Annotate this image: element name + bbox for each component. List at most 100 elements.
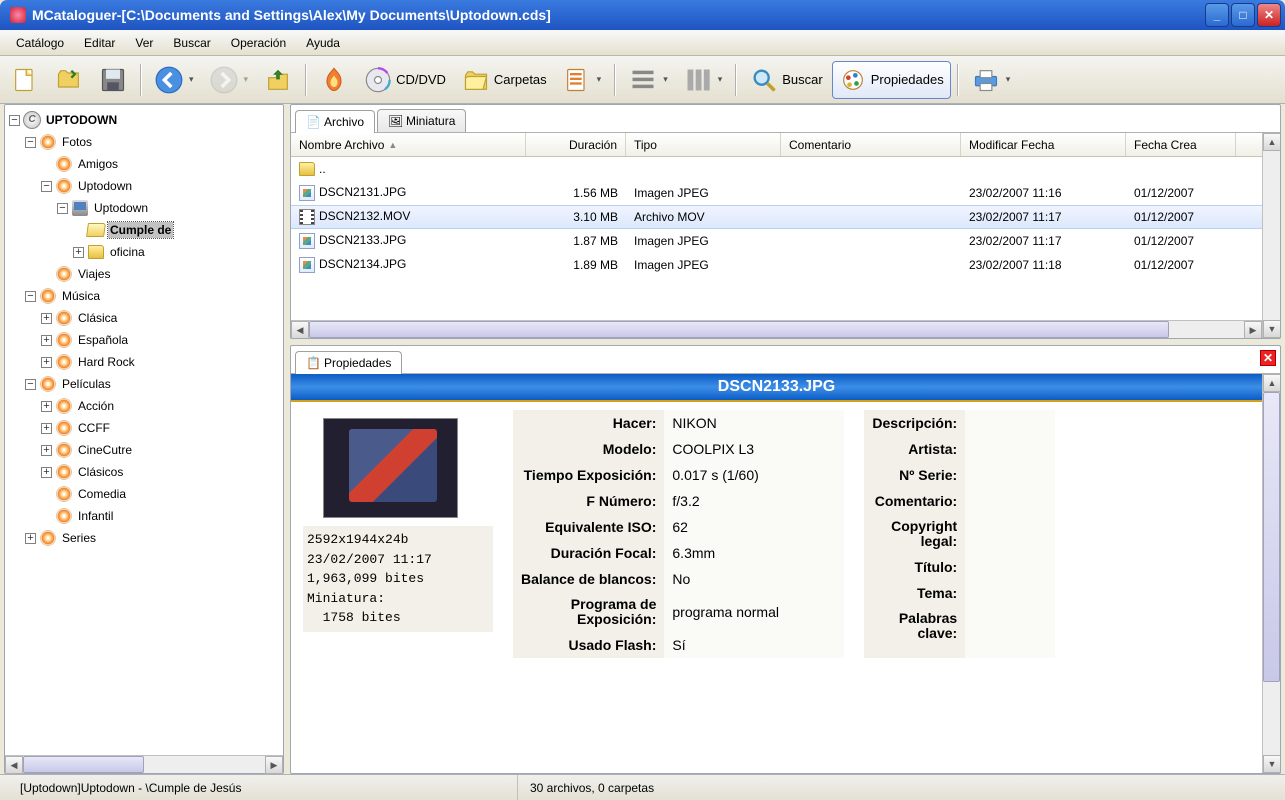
flame-icon	[56, 310, 72, 326]
file-row-selected[interactable]: DSCN2132.MOV 3.10 MB Archivo MOV 23/02/2…	[291, 205, 1262, 229]
tree-fotos[interactable]: −Fotos	[21, 131, 283, 153]
label-artista: Artista:	[864, 436, 965, 462]
up-button[interactable]	[257, 61, 299, 99]
scroll-up-button[interactable]: ▲	[1263, 374, 1280, 392]
col-nombre[interactable]: Nombre Archivo▲	[291, 133, 526, 156]
menu-editar[interactable]: Editar	[76, 34, 123, 52]
tree-musica[interactable]: −Música	[21, 285, 283, 307]
properties-panel: 📋Propiedades ✕ DSCN2133.JPG 2592x1944x24…	[290, 345, 1281, 774]
exif-column-2: Descripción: Artista: Nº Serie: Comentar…	[864, 410, 1055, 658]
open-button[interactable]	[48, 61, 90, 99]
flame-icon	[56, 266, 72, 282]
menu-operacion[interactable]: Operación	[223, 34, 294, 52]
menu-buscar[interactable]: Buscar	[165, 34, 218, 52]
col-comentario[interactable]: Comentario	[781, 133, 961, 156]
flame-button[interactable]	[313, 61, 355, 99]
tree-clasicos[interactable]: +Clásicos	[37, 461, 283, 483]
scroll-thumb[interactable]	[23, 756, 144, 773]
cd-dvd-button[interactable]: CD/DVD	[357, 61, 453, 99]
tree-hscroll[interactable]: ◀ ▶	[5, 755, 283, 773]
value-iso: 62	[664, 514, 844, 540]
thumbnail-image	[323, 418, 458, 518]
tab-archivo[interactable]: 📄Archivo	[295, 110, 375, 133]
scroll-down-button[interactable]: ▼	[1263, 320, 1280, 338]
file-tabs: 📄Archivo 🖼Miniatura	[291, 105, 1280, 133]
file-row[interactable]: DSCN2133.JPG 1.87 MB Imagen JPEG 23/02/2…	[291, 229, 1262, 253]
tree-oficina[interactable]: +oficina	[69, 241, 283, 263]
scroll-down-button[interactable]: ▼	[1263, 755, 1280, 773]
file-row[interactable]: DSCN2134.JPG 1.89 MB Imagen JPEG 23/02/2…	[291, 253, 1262, 277]
tree-panel: −CUPTODOWN −Fotos +Amigos −Uptodown −Upt…	[4, 104, 284, 774]
value-artista	[965, 436, 1055, 462]
menu-catalogo[interactable]: Catálogo	[8, 34, 72, 52]
tree-amigos[interactable]: +Amigos	[37, 153, 283, 175]
value-flash: Sí	[664, 632, 844, 658]
menu-ver[interactable]: Ver	[127, 34, 161, 52]
col-duracion[interactable]: Duración	[526, 133, 626, 156]
folder-tree[interactable]: −CUPTODOWN −Fotos +Amigos −Uptodown −Upt…	[5, 105, 283, 755]
scroll-thumb[interactable]	[1263, 392, 1280, 682]
col-tipo[interactable]: Tipo	[626, 133, 781, 156]
minimize-button[interactable]: _	[1205, 3, 1229, 27]
tree-accion[interactable]: +Acción	[37, 395, 283, 417]
col-fecha-crea[interactable]: Fecha Crea	[1126, 133, 1236, 156]
tree-ccff[interactable]: +CCFF	[37, 417, 283, 439]
tree-uptodown[interactable]: −Uptodown	[37, 175, 283, 197]
filelist-hscroll[interactable]: ◀ ▶	[291, 320, 1262, 338]
flame-icon	[40, 376, 56, 392]
menu-ayuda[interactable]: Ayuda	[298, 34, 348, 52]
scroll-thumb[interactable]	[309, 321, 1169, 338]
file-list[interactable]: .. DSCN2131.JPG 1.56 MB Imagen JPEG 23/0…	[291, 157, 1262, 320]
scroll-left-button[interactable]: ◀	[5, 756, 23, 774]
app-icon	[10, 7, 26, 23]
tree-comedia[interactable]: +Comedia	[37, 483, 283, 505]
view-list-button[interactable]: ▾	[622, 61, 675, 99]
properties-vscroll[interactable]: ▲ ▼	[1262, 374, 1280, 773]
carpetas-button[interactable]: Carpetas	[455, 61, 554, 99]
file-row[interactable]: DSCN2131.JPG 1.56 MB Imagen JPEG 23/02/2…	[291, 181, 1262, 205]
label-descripcion: Descripción:	[864, 410, 965, 436]
close-button[interactable]: ✕	[1257, 3, 1281, 27]
tree-cinecutre[interactable]: +CineCutre	[37, 439, 283, 461]
print-button[interactable]: ▾	[965, 61, 1018, 99]
tree-series[interactable]: +Series	[21, 527, 283, 549]
maximize-button[interactable]: □	[1231, 3, 1255, 27]
view-columns-button[interactable]: ▾	[677, 61, 730, 99]
buscar-label: Buscar	[782, 72, 822, 87]
tree-peliculas[interactable]: −Películas	[21, 373, 283, 395]
tree-uptodown-disk[interactable]: −Uptodown	[53, 197, 283, 219]
new-button[interactable]	[4, 61, 46, 99]
tree-clasica[interactable]: +Clásica	[37, 307, 283, 329]
label-comentario: Comentario:	[864, 488, 965, 514]
back-button[interactable]: ▾	[148, 61, 201, 99]
col-modificar[interactable]: Modificar Fecha	[961, 133, 1126, 156]
tree-espanola[interactable]: +Española	[37, 329, 283, 351]
window-title: MCataloguer-[C:\Documents and Settings\A…	[32, 7, 1203, 23]
propiedades-button[interactable]: Propiedades	[832, 61, 951, 99]
exif-column-1: Hacer: Modelo: Tiempo Exposición: F Núme…	[513, 410, 844, 658]
tree-infantil[interactable]: +Infantil	[37, 505, 283, 527]
tree-viajes[interactable]: +Viajes	[37, 263, 283, 285]
scroll-up-button[interactable]: ▲	[1263, 133, 1280, 151]
options-button[interactable]: ▾	[556, 61, 609, 99]
forward-button[interactable]: ▾	[203, 61, 256, 99]
tree-root[interactable]: −CUPTODOWN	[5, 109, 283, 131]
buscar-button[interactable]: Buscar	[743, 61, 829, 99]
properties-close-button[interactable]: ✕	[1260, 350, 1276, 366]
filelist-vscroll[interactable]: ▲ ▼	[1262, 133, 1280, 338]
flame-icon	[56, 486, 72, 502]
file-panel: 📄Archivo 🖼Miniatura Nombre Archivo▲ Dura…	[290, 104, 1281, 339]
carpetas-label: Carpetas	[494, 72, 547, 87]
scroll-left-button[interactable]: ◀	[291, 321, 309, 338]
scroll-right-button[interactable]: ▶	[265, 756, 283, 774]
tree-hardrock[interactable]: +Hard Rock	[37, 351, 283, 373]
column-header: Nombre Archivo▲ Duración Tipo Comentario…	[291, 133, 1262, 157]
tab-miniatura[interactable]: 🖼Miniatura	[377, 109, 466, 132]
save-button[interactable]	[92, 61, 134, 99]
scroll-right-button[interactable]: ▶	[1244, 321, 1262, 338]
movie-icon	[299, 209, 315, 225]
tree-cumple[interactable]: +Cumple de	[69, 219, 283, 241]
file-row-up[interactable]: ..	[291, 157, 1262, 181]
flame-icon	[56, 508, 72, 524]
tab-propiedades[interactable]: 📋Propiedades	[295, 351, 402, 374]
